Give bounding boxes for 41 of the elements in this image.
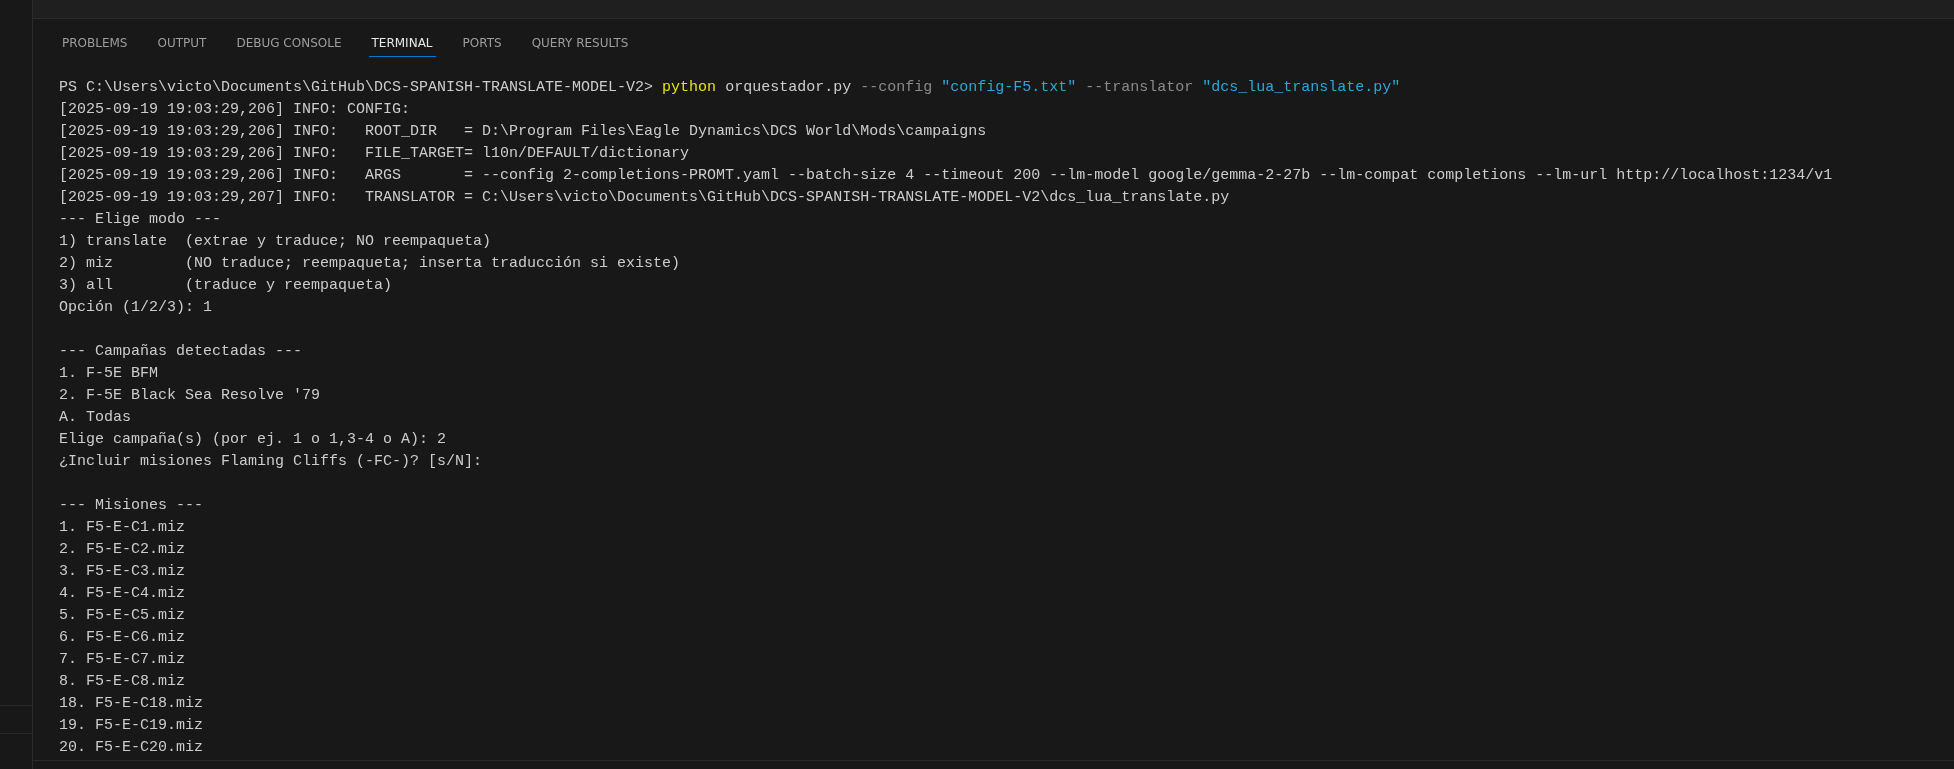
terminal-text: 19. F5-E-C19.miz <box>59 717 204 734</box>
terminal-text: [2025-09-19 19:03:29,206] INFO: FILE_TARGET= l10n/DEFAULT/dictionary <box>59 145 690 162</box>
terminal-text: 4. F5-E-C4.miz <box>59 585 186 602</box>
panel-tab[interactable]: PORTS <box>459 31 505 57</box>
panel-tab[interactable]: DEBUG CONSOLE <box>233 31 345 57</box>
terminal-text: [2025-09-19 19:03:29,206] INFO: ROOT_DIR = D:\Program Files\Eagle Dynamics\DCS World\Mods\campaigns <box>59 123 987 140</box>
terminal-text: 1) translate (extrae y traduce; NO reempaqueta) <box>59 233 492 250</box>
terminal-text: Opción (1/2/3): 1 <box>59 299 213 316</box>
terminal-text: 2. F-5E Black Sea Resolve '79 <box>59 387 321 404</box>
terminal-text: ¿Incluir misiones Flaming Cliffs (-FC-)? [s/N]: <box>59 453 483 470</box>
terminal-text: 18. F5-E-C18.miz <box>59 695 204 712</box>
terminal-text: 1. F5-E-C1.miz <box>59 519 186 536</box>
terminal-text: [2025-09-19 19:03:29,207] INFO: TRANSLATOR = C:\Users\victo\Documents\GitHub\DCS-SPANISH-TRANSLATE-MODEL-V2\dcs_lua_translate.py <box>59 189 1230 206</box>
terminal-arg: --translator <box>1085 79 1195 96</box>
terminal-text: 6. F5-E-C6.miz <box>59 629 186 646</box>
terminal-text: 2. F5-E-C2.miz <box>59 541 186 558</box>
panel-tab[interactable]: PROBLEMS <box>59 31 131 57</box>
terminal-text: [2025-09-19 19:03:29,206] INFO: CONFIG: <box>59 101 411 118</box>
terminal-text: --- Misiones --- <box>59 497 204 514</box>
panel-tab[interactable]: QUERY RESULTS <box>528 31 632 57</box>
terminal-text: 5. F5-E-C5.miz <box>59 607 186 624</box>
terminal-text: --- Elige modo --- <box>59 211 222 228</box>
panel-tab[interactable]: TERMINAL <box>368 31 436 57</box>
terminal-string: "config-F5.txt" <box>941 79 1078 96</box>
terminal-string: "dcs_lua_translate.py" <box>1202 79 1401 96</box>
terminal-text: A. Todas <box>59 409 131 426</box>
terminal-text: PS C:\Users\victo\Documents\GitHub\DCS-SPANISH-TRANSLATE-MODEL-V2> <box>59 79 655 96</box>
terminal-command: python <box>662 79 717 96</box>
terminal-text: 7. F5-E-C7.miz <box>59 651 186 668</box>
panel-tab[interactable]: OUTPUT <box>154 31 210 57</box>
terminal-text: 1. F-5E BFM <box>59 365 159 382</box>
terminal-text: 20. F5-E-C20.miz <box>59 739 204 756</box>
terminal-text: [2025-09-19 19:03:29,206] INFO: ARGS = --config 2-completions-PROMT.yaml --batch-size 4 --timeout 200 --lm-model google/gemma-2-27b --lm-compat completions --lm-url http://localhost:1234/v1 <box>59 167 1833 184</box>
terminal-arg: --config <box>860 79 934 96</box>
terminal-text: 3. F5-E-C3.miz <box>59 563 186 580</box>
terminal-text: 3) all (traduce y reempaqueta) <box>59 277 393 294</box>
terminal-text: --- Campañas detectadas --- <box>59 343 303 360</box>
terminal-text: 8. F5-E-C8.miz <box>59 673 186 690</box>
terminal-text: 2) miz (NO traduce; reempaqueta; inserta traducción si existe) <box>59 255 681 272</box>
terminal-text: Elige campaña(s) (por ej. 1 o 1,3-4 o A): 2 <box>59 431 447 448</box>
terminal-text: orquestador.py <box>724 79 853 96</box>
